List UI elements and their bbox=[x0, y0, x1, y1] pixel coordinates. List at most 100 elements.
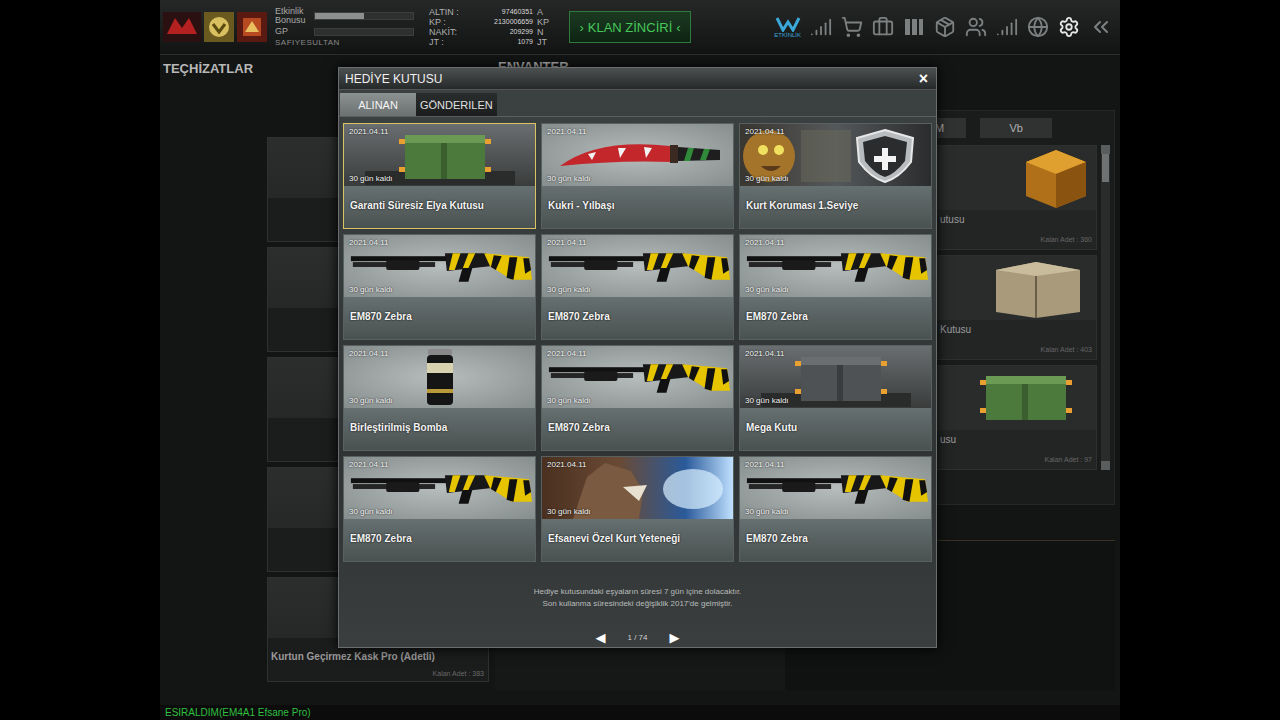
green-crate-icon bbox=[946, 366, 1096, 426]
currency-unit: N bbox=[537, 27, 553, 37]
gift-name: EM870 Zebra bbox=[740, 297, 931, 339]
back-icon[interactable] bbox=[1089, 15, 1113, 39]
dialog-tab[interactable]: GÖNDERILEN bbox=[416, 93, 497, 116]
currency-unit: A bbox=[537, 7, 553, 17]
shotgun-icon bbox=[545, 355, 731, 399]
next-page-button[interactable]: ▶ bbox=[670, 630, 680, 645]
gift-date: 2021.04.11 bbox=[547, 460, 586, 469]
gift-card[interactable]: 2021.04.1130 gün kaldıMega Kutu bbox=[739, 345, 932, 451]
knife-icon bbox=[548, 130, 728, 180]
gift-name: Kukri - Yılbaşı bbox=[542, 186, 733, 228]
gift-remaining: 30 gün kaldı bbox=[547, 507, 591, 516]
inventory-remaining: Kalan Adet : 360 bbox=[1041, 236, 1096, 243]
gift-remaining: 30 gün kaldı bbox=[745, 174, 789, 183]
gift-date: 2021.04.11 bbox=[349, 349, 388, 358]
ranking-icon[interactable] bbox=[996, 16, 1018, 38]
gift-remaining: 30 gün kaldı bbox=[745, 507, 789, 516]
columns-icon[interactable] bbox=[903, 16, 925, 38]
currency-label: JT : bbox=[429, 37, 469, 47]
dialog-footer: Hediye kutusundaki eşyaların süresi 7 gü… bbox=[339, 562, 936, 647]
gift-name: Birleştirilmiş Bomba bbox=[344, 408, 535, 450]
gift-art: 2021.04.1130 gün kaldı bbox=[542, 235, 733, 297]
dialog-tabs: ALINANGÖNDERILEN bbox=[339, 93, 936, 117]
currency-value: 209299 bbox=[473, 27, 533, 37]
status-bar: ESIRALDIM(EM4A1 Efsane Pro) bbox=[160, 705, 1120, 720]
gp-label: GP bbox=[275, 27, 311, 36]
gift-art: 2021.04.1130 gün kaldı bbox=[344, 235, 535, 297]
scroll-up-button[interactable] bbox=[1101, 145, 1110, 154]
event-button[interactable]: ETKİNLİK bbox=[774, 16, 801, 39]
gift-name: Kurt Koruması 1.Seviye bbox=[740, 186, 931, 228]
gift-remaining: 30 gün kaldı bbox=[745, 285, 789, 294]
gift-card[interactable]: 2021.04.1130 gün kaldıKurt Koruması 1.Se… bbox=[739, 123, 932, 229]
gift-name: Efsanevi Özel Kurt Yeteneği bbox=[542, 519, 733, 561]
gift-art: 2021.04.11 30 gün kaldı bbox=[344, 346, 535, 408]
gift-card[interactable]: 2021.04.1130 gün kaldıEM870 Zebra bbox=[343, 456, 536, 562]
dice-icon bbox=[1016, 146, 1096, 210]
shotgun-icon bbox=[347, 244, 533, 288]
bonus-fill bbox=[315, 13, 364, 19]
event-logo-icon bbox=[775, 16, 801, 32]
scrollbar[interactable] bbox=[1101, 145, 1110, 470]
gift-remaining: 30 gün kaldı bbox=[349, 396, 393, 405]
cart-icon[interactable] bbox=[841, 16, 863, 38]
gift-remaining: 30 gün kaldı bbox=[547, 174, 591, 183]
clan-emblem-icon[interactable] bbox=[163, 12, 201, 42]
gift-date: 2021.04.11 bbox=[349, 460, 388, 469]
shotgun-icon bbox=[545, 244, 731, 288]
currency-table: ALTIN :97460351AKP :2130006659KPNAKİT:20… bbox=[429, 7, 553, 47]
shotgun-icon bbox=[743, 466, 929, 510]
gift-card[interactable]: 2021.04.1130 gün kaldıKukri - Yılbaşı bbox=[541, 123, 734, 229]
player-name: SAFIYESULTAN bbox=[275, 38, 415, 47]
gp-row: GP bbox=[275, 27, 415, 36]
clan-emblems bbox=[163, 12, 267, 42]
users-icon[interactable] bbox=[965, 16, 987, 38]
currency-value: 97460351 bbox=[473, 7, 533, 17]
bonus-bar bbox=[314, 12, 414, 20]
scroll-down-button[interactable] bbox=[1101, 461, 1110, 470]
stats-icon[interactable] bbox=[810, 16, 832, 38]
gift-name: EM870 Zebra bbox=[542, 408, 733, 450]
gift-art: 2021.04.1130 gün kaldı bbox=[740, 346, 931, 408]
slot-remaining: Kalan Adet : 383 bbox=[433, 670, 484, 677]
gift-card[interactable]: 2021.04.1130 gün kaldıEM870 Zebra bbox=[739, 456, 932, 562]
gift-card[interactable]: 2021.04.1130 gün kaldıEM870 Zebra bbox=[739, 234, 932, 340]
currency-label: ALTIN : bbox=[429, 7, 469, 17]
gift-card[interactable]: 2021.04.1130 gün kaldıEM870 Zebra bbox=[343, 234, 536, 340]
pager: ◀1 / 74▶ bbox=[595, 630, 679, 645]
gift-remaining: 30 gün kaldı bbox=[349, 174, 393, 183]
close-button[interactable]: × bbox=[917, 71, 930, 87]
footer-note: Hediye kutusundaki eşyaların süresi 7 gü… bbox=[534, 586, 742, 598]
scroll-thumb[interactable] bbox=[1102, 154, 1109, 182]
gift-date: 2021.04.11 bbox=[349, 127, 388, 136]
box-icon[interactable] bbox=[934, 16, 956, 38]
currency-unit: JT bbox=[537, 37, 553, 47]
globe-icon[interactable] bbox=[1027, 16, 1049, 38]
dialog-title: HEDİYE KUTUSU bbox=[345, 72, 442, 86]
gift-card[interactable]: 2021.04.1130 gün kaldıGaranti Süresiz El… bbox=[343, 123, 536, 229]
game-window: Etkinlik Bonusu GP SAFIYESULTAN ALTIN : 9746… bbox=[160, 0, 1120, 720]
gift-card[interactable]: 2021.04.1130 gün kaldıEM870 Zebra bbox=[541, 345, 734, 451]
prev-page-button[interactable]: ◀ bbox=[595, 630, 605, 645]
inventory-tab[interactable]: Vb bbox=[980, 118, 1052, 138]
dialog-tab[interactable]: ALINAN bbox=[340, 93, 416, 116]
gift-art: 2021.04.1130 gün kaldı bbox=[740, 124, 931, 186]
slot-name: Kurtun Geçirmez Kask Pro (Adetli) bbox=[271, 651, 484, 662]
bonus-row: Etkinlik Bonusu bbox=[275, 7, 415, 25]
gift-card[interactable]: 2021.04.1130 gün kaldıEM870 Zebra bbox=[541, 234, 734, 340]
gift-name: EM870 Zebra bbox=[344, 519, 535, 561]
gift-date: 2021.04.11 bbox=[547, 349, 586, 358]
top-bar: Etkinlik Bonusu GP SAFIYESULTAN ALTIN : 9746… bbox=[160, 0, 1120, 55]
crate-icon bbox=[976, 256, 1096, 320]
gift-card[interactable]: 2021.04.11 30 gün kaldı Efsanevi Özel Kurt… bbox=[541, 456, 734, 562]
gear-icon[interactable] bbox=[1058, 16, 1080, 38]
gift-name: EM870 Zebra bbox=[344, 297, 535, 339]
badge-emblem-icon[interactable] bbox=[237, 12, 267, 42]
gift-remaining: 30 gün kaldı bbox=[745, 396, 789, 405]
gift-card[interactable]: 2021.04.11 30 gün kaldı Birleştirilmiş Bom… bbox=[343, 345, 536, 451]
briefcase-icon[interactable] bbox=[872, 16, 894, 38]
footer-note: Son kullanma süresindeki değişiklik 2017… bbox=[542, 598, 732, 610]
gift-date: 2021.04.11 bbox=[547, 238, 586, 247]
rank-emblem-icon[interactable] bbox=[204, 12, 234, 42]
clan-chain-button[interactable]: ›KLAN ZİNCİRİ‹ bbox=[569, 11, 691, 43]
